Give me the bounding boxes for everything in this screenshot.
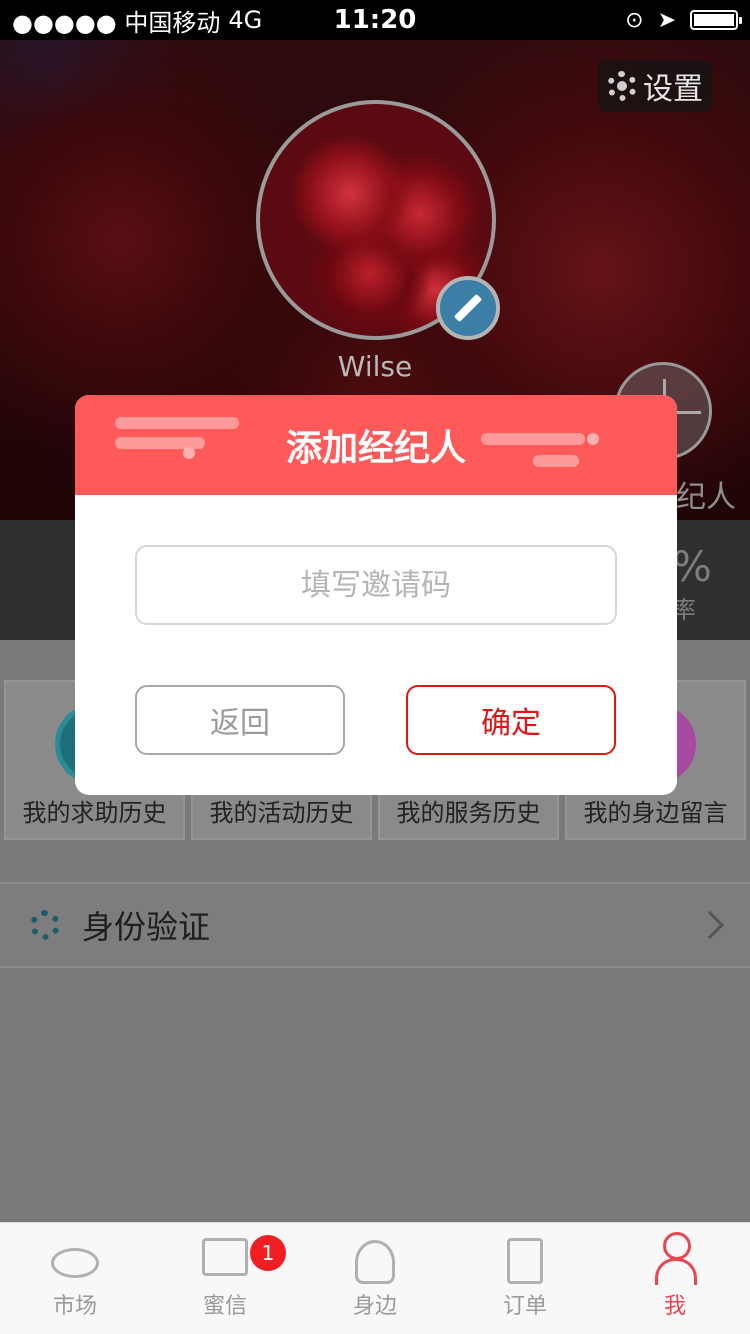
back-button[interactable]: 返回: [135, 685, 345, 755]
decor-cloud-icon: [481, 433, 585, 445]
unread-badge: 1: [250, 1235, 286, 1271]
decor-cloud-icon: [533, 455, 579, 467]
tab-label: 蜜信: [202, 1294, 247, 1319]
tab-nearby[interactable]: 身边: [300, 1223, 450, 1334]
tab-label: 我: [663, 1294, 686, 1319]
status-bar: ●●●●● 中国移动 4G 11:20 ⊙ ➤: [0, 0, 750, 40]
location-arrow-icon: ➤: [657, 7, 676, 33]
market-icon: [51, 1248, 99, 1278]
add-agent-dialog: 添加经纪人 返回 确定: [75, 395, 677, 795]
tab-market[interactable]: 市场: [0, 1223, 150, 1334]
tab-bar: 市场 蜜信 1 身边 订单 我: [0, 1222, 750, 1334]
decor-dot-icon: [587, 433, 599, 445]
tab-messages[interactable]: 蜜信 1: [150, 1223, 300, 1334]
status-left: ●●●●● 中国移动 4G: [12, 3, 312, 38]
invite-code-input[interactable]: [135, 545, 617, 625]
status-time: 11:20: [333, 5, 417, 35]
rotation-lock-icon: ⊙: [625, 7, 644, 33]
carrier-label: ●●●●● 中国移动: [12, 8, 221, 37]
network-label: 4G: [228, 6, 263, 34]
tab-me[interactable]: 我: [600, 1223, 750, 1334]
tab-label: 身边: [352, 1294, 397, 1319]
decor-cloud-icon: [115, 417, 239, 429]
confirm-button[interactable]: 确定: [406, 685, 616, 755]
battery-icon: [690, 10, 742, 30]
dialog-header: 添加经纪人: [75, 395, 677, 495]
tab-label: 市场: [52, 1294, 97, 1319]
satellite-dish-icon: [355, 1240, 395, 1284]
tab-orders[interactable]: 订单: [450, 1223, 600, 1334]
decor-dot-icon: [183, 447, 195, 459]
tab-label: 订单: [502, 1294, 547, 1319]
dialog-title: 添加经纪人: [285, 428, 466, 469]
status-right: ⊙ ➤: [438, 7, 742, 33]
person-icon: [655, 1232, 697, 1285]
order-list-icon: [507, 1238, 543, 1284]
message-icon: [202, 1238, 248, 1276]
